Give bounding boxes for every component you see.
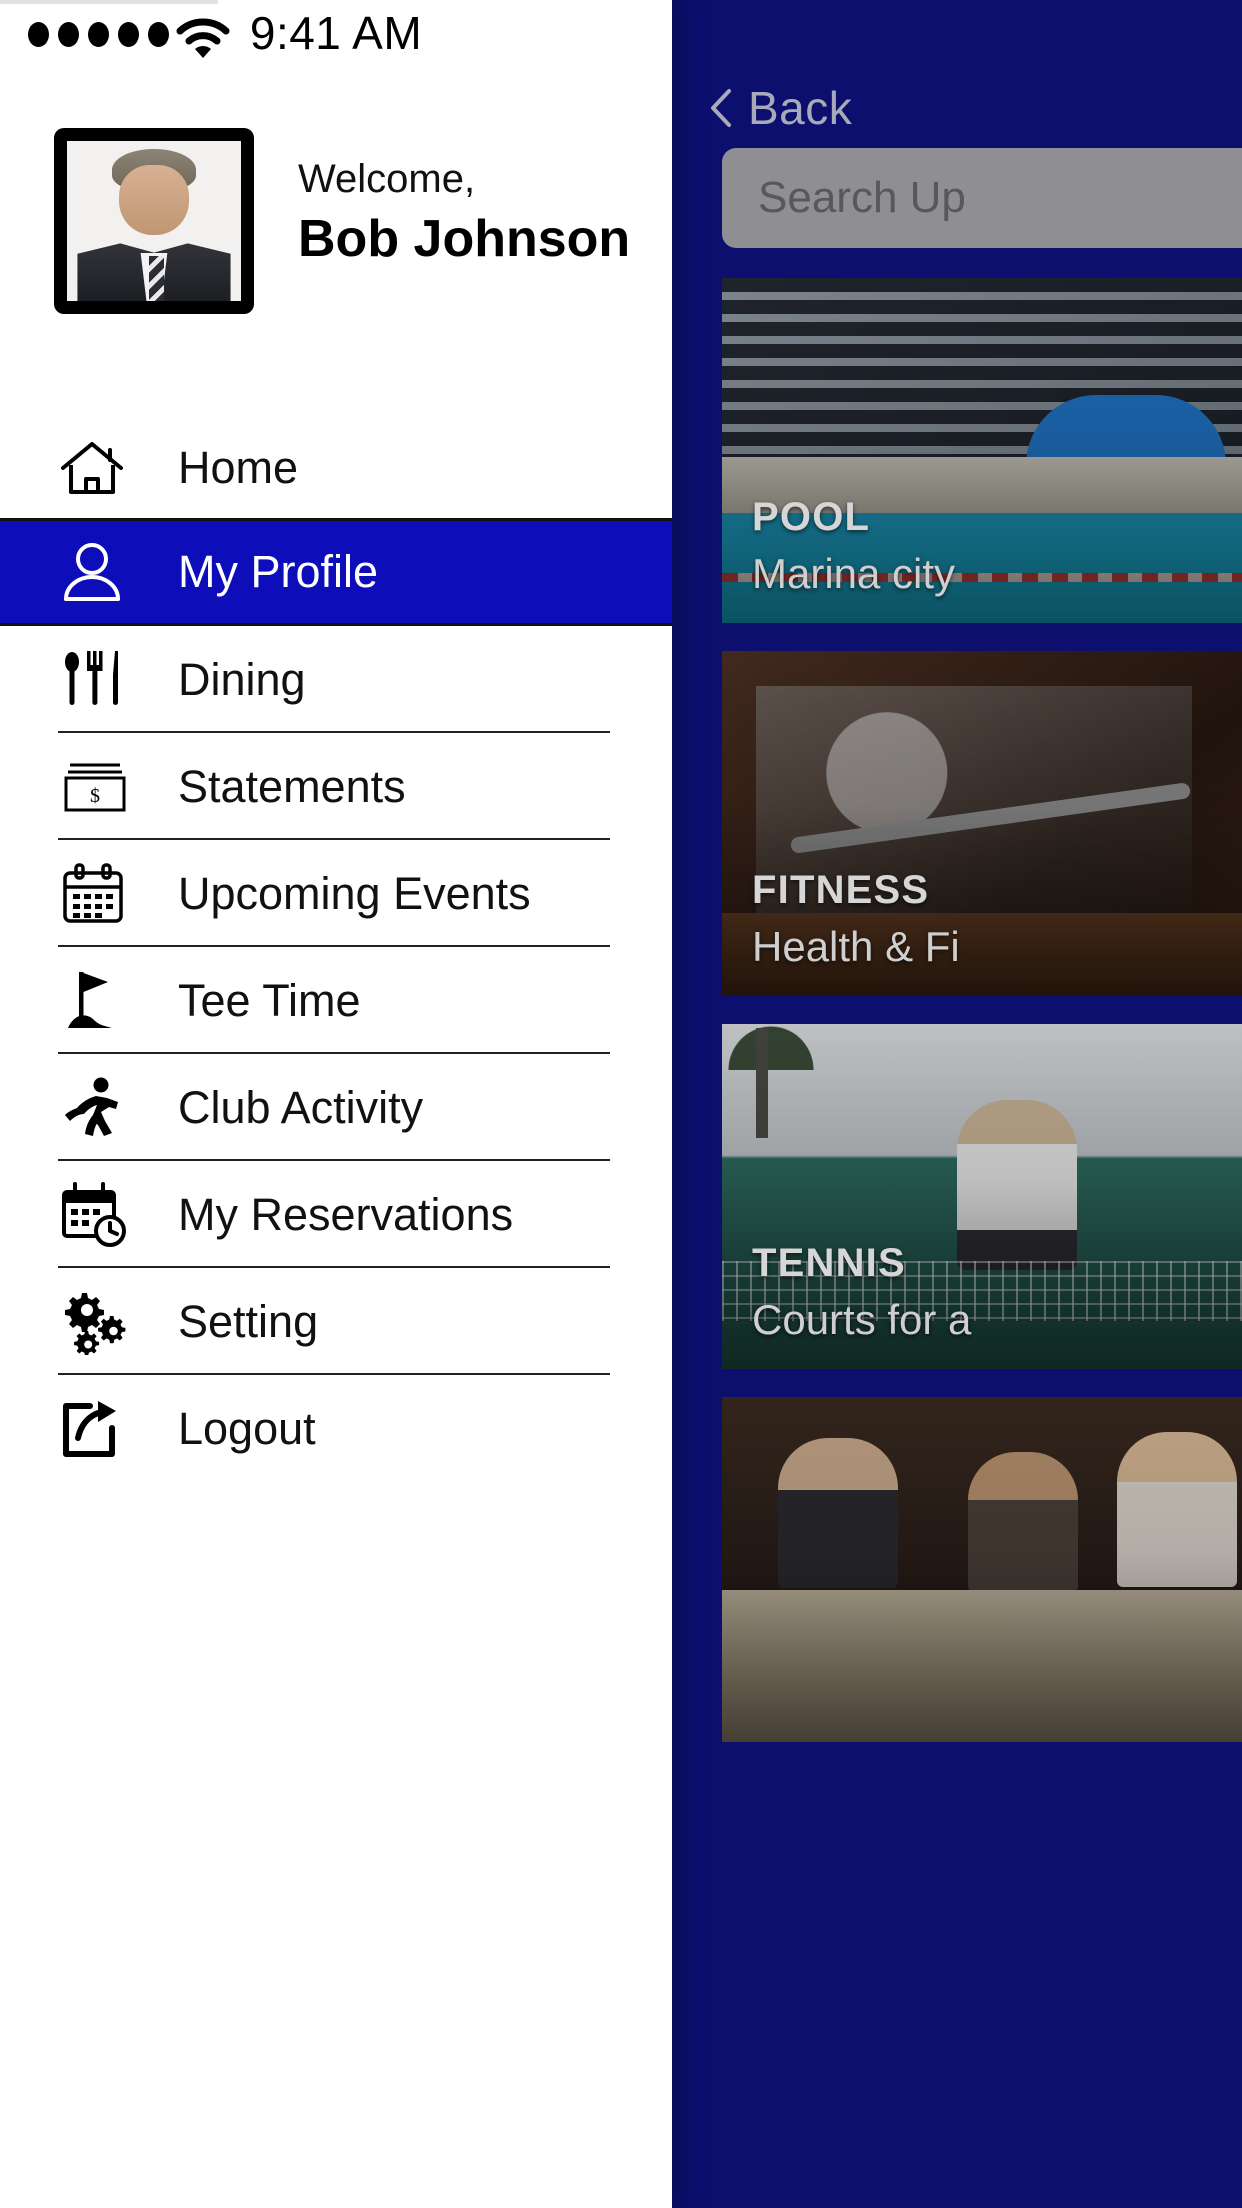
sidebar-item-upcoming-events[interactable]: Upcoming Events	[0, 840, 672, 947]
status-bar-time: 9:41 AM	[249, 7, 423, 59]
cutlery-icon	[60, 649, 150, 711]
list-item[interactable]: TENNIS Courts for a	[722, 1024, 1242, 1369]
navigation-drawer: 9:41 AM Welcome, Bob Johnson Home My Pro…	[0, 0, 672, 2208]
sidebar-item-dining[interactable]: Dining	[0, 626, 672, 733]
sidebar-item-label: Logout	[178, 1402, 316, 1454]
sidebar-item-logout[interactable]: Logout	[0, 1375, 672, 1482]
sidebar-item-label: Club Activity	[178, 1081, 424, 1133]
chevron-left-icon	[708, 87, 734, 129]
sidebar-item-label: Statements	[178, 760, 406, 812]
list-item[interactable]	[722, 1397, 1242, 1742]
sidebar-item-label: My Reservations	[178, 1188, 514, 1240]
sidebar-item-tee-time[interactable]: Tee Time	[0, 947, 672, 1054]
golf-flag-icon	[60, 968, 150, 1034]
person-icon	[60, 541, 150, 603]
user-name: Bob Johnson	[298, 210, 631, 268]
sidebar-item-label: Home	[178, 442, 299, 493]
card-title: Courts for a	[752, 1295, 972, 1343]
card-title: Marina city	[752, 549, 956, 597]
logout-arrow-icon	[60, 1398, 150, 1460]
gears-icon	[60, 1289, 150, 1355]
underlying-app-screen[interactable]: Back Search Up POOL Marina city FITNESS …	[672, 0, 1242, 2208]
sidebar-item-label: Upcoming Events	[178, 867, 531, 919]
card-category: TENNIS	[752, 1240, 906, 1285]
money-bill-icon: $	[60, 760, 150, 814]
app-window: Back Search Up POOL Marina city FITNESS …	[0, 0, 1242, 2208]
card-title: Health & Fi	[752, 922, 960, 970]
avatar[interactable]	[54, 128, 254, 314]
running-person-icon	[60, 1076, 150, 1140]
back-button[interactable]: Back	[700, 0, 1240, 134]
home-icon	[60, 440, 150, 496]
sidebar-item-label: Setting	[178, 1295, 319, 1347]
sidebar-item-home[interactable]: Home	[0, 418, 672, 518]
profile-header[interactable]: Welcome, Bob Johnson	[0, 78, 672, 314]
list-item[interactable]: POOL Marina city	[722, 278, 1242, 623]
sidebar-item-label: Dining	[178, 653, 306, 705]
status-bar: 9:41 AM	[0, 0, 672, 78]
card-list: POOL Marina city FITNESS Health & Fi TEN…	[722, 278, 1242, 1742]
sidebar-item-club-activity[interactable]: Club Activity	[0, 1054, 672, 1161]
welcome-label: Welcome,	[298, 157, 476, 201]
sidebar-item-my-reservations[interactable]: My Reservations	[0, 1161, 672, 1268]
sidebar-item-label: My Profile	[178, 546, 379, 597]
drawer-menu: Home My Profile Dining $ Statements Upco…	[0, 418, 672, 1482]
search-input[interactable]: Search Up	[722, 148, 1242, 248]
calendar-clock-icon	[60, 1181, 150, 1248]
back-label: Back	[748, 82, 853, 134]
search-placeholder-text: Search Up	[758, 173, 966, 222]
sidebar-item-setting[interactable]: Setting	[0, 1268, 672, 1375]
sidebar-item-label: Tee Time	[178, 974, 361, 1026]
card-category: POOL	[752, 494, 871, 539]
calendar-icon	[60, 862, 150, 925]
card-category: FITNESS	[752, 867, 930, 912]
sidebar-item-statements[interactable]: $ Statements	[0, 733, 672, 840]
svg-text:$: $	[90, 785, 100, 807]
status-bar-hairline	[0, 0, 218, 4]
photo-scrim	[722, 1397, 1242, 1742]
list-item[interactable]: FITNESS Health & Fi	[722, 651, 1242, 996]
sidebar-item-my-profile[interactable]: My Profile	[0, 518, 672, 626]
